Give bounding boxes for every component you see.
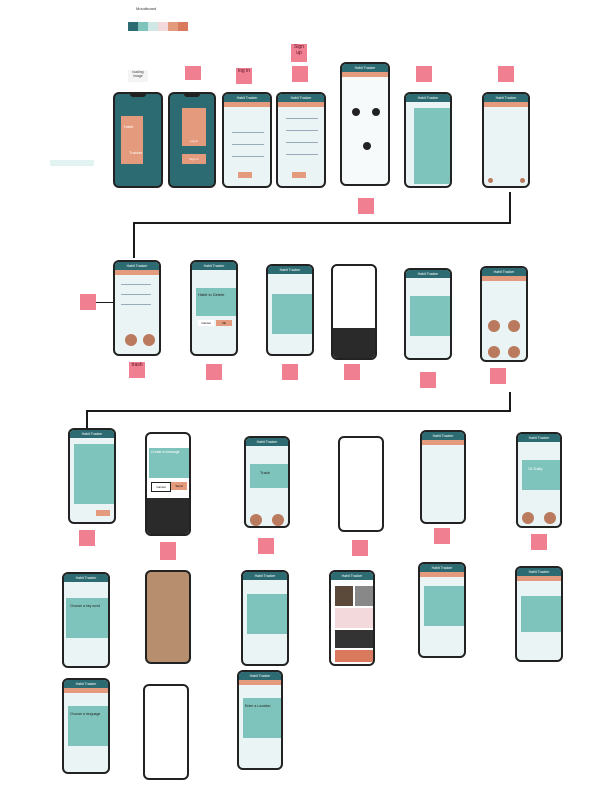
gallery-screen: Habit Tracker xyxy=(329,570,375,666)
message-screen: Create a message Cancel Send xyxy=(145,432,191,536)
sticky-note xyxy=(490,368,506,384)
sticky-note xyxy=(206,364,222,380)
send-button[interactable]: Send xyxy=(171,482,187,490)
log-in-button[interactable]: Log in xyxy=(182,136,206,146)
flow-connector xyxy=(509,392,511,412)
sticky-note xyxy=(531,534,547,550)
key-word-title: Choose a key word xyxy=(70,604,100,608)
profile-screen: Habit Tracker xyxy=(340,62,390,186)
flow-connector xyxy=(86,410,88,428)
sticky-note xyxy=(420,372,436,388)
sticky-note xyxy=(258,538,274,554)
delete-habit-screen: Habit Tracker Habit to Delete Cancel Ok xyxy=(190,260,238,356)
contacts-screen xyxy=(331,264,377,360)
palette-swatch xyxy=(138,22,148,31)
sign-up-screen: Habit Tracker xyxy=(276,92,326,188)
account-screen: Habit Tracker xyxy=(420,430,466,524)
flow-connector xyxy=(133,222,135,258)
menu-screen: Habit Tracker xyxy=(404,92,452,188)
progress-screen: Habit Tracker xyxy=(480,266,528,362)
track-title: Track xyxy=(260,470,270,475)
history-title: Or Daily xyxy=(528,466,543,471)
login-screen: Habit Tracker xyxy=(222,92,272,188)
sticky-note xyxy=(416,66,432,82)
sticky-note xyxy=(160,542,176,560)
palette-swatch xyxy=(148,22,158,31)
habit-detail-screen: Habit Tracker xyxy=(68,428,116,524)
photo-screen xyxy=(145,570,191,664)
location-screen: Habit Tracker Enter a Location xyxy=(237,670,283,770)
loading-label: loading image xyxy=(128,70,148,82)
choose-screen: Habit Tracker xyxy=(418,562,466,658)
key-word-screen: Habit Tracker Choose a key word xyxy=(62,572,110,668)
palette-swatch xyxy=(168,22,178,31)
sticky-note xyxy=(292,66,308,82)
language-title: Choose a language xyxy=(70,712,101,716)
sticky-note xyxy=(358,198,374,214)
sticky-note xyxy=(79,530,95,546)
cancel-button[interactable]: Cancel xyxy=(198,320,214,326)
palette-title: Moodboard xyxy=(136,6,157,11)
palette-swatch xyxy=(178,22,188,31)
splash-title: Habit xyxy=(124,124,134,129)
flow-connector xyxy=(86,410,511,412)
track-screen: Habit Tracker Track xyxy=(244,436,290,528)
submit-button[interactable] xyxy=(238,172,252,178)
location-title: Enter a Location xyxy=(245,704,271,708)
teal-strip xyxy=(50,160,94,166)
share-screen: Habit Tracker xyxy=(404,268,452,360)
welcome-screen: Log in Sign in xyxy=(168,92,216,188)
reminder-screen xyxy=(338,436,384,532)
sign-up-note: Sign up xyxy=(291,44,307,62)
log-in-note: log in xyxy=(236,68,252,84)
habit-list-screen: Habit Tracker xyxy=(113,260,161,356)
sticky-note xyxy=(498,66,514,82)
text-screen xyxy=(143,684,189,780)
confirm-screen: Habit Tracker xyxy=(241,570,289,666)
sticky-note xyxy=(282,364,298,380)
sticky-note xyxy=(352,540,368,556)
flow-connector xyxy=(96,302,114,303)
add-habit-screen: Habit Tracker xyxy=(266,264,314,356)
sign-in-button[interactable]: Sign in xyxy=(182,154,206,164)
flow-connector xyxy=(509,192,511,224)
submit-button[interactable] xyxy=(292,172,306,178)
language-screen: Habit Tracker Choose a language xyxy=(62,678,110,774)
sticky-note xyxy=(434,528,450,544)
sticky-note xyxy=(185,66,201,80)
splash-screen: Habit Tracker xyxy=(113,92,163,188)
sticky-note xyxy=(344,364,360,380)
delete-dialog-title: Habit to Delete xyxy=(198,292,225,297)
trash-note: trash xyxy=(129,362,145,378)
palette-swatch xyxy=(128,22,138,31)
palette-swatch xyxy=(158,22,168,31)
splash-subtitle: Tracker xyxy=(129,150,143,155)
ok-button[interactable]: Ok xyxy=(216,320,232,326)
input-screen: Habit Tracker xyxy=(515,566,563,662)
cancel-button[interactable]: Cancel xyxy=(151,482,171,492)
sticky-note xyxy=(80,294,96,310)
message-title: Create a message xyxy=(151,450,180,454)
home-screen: Habit Tracker xyxy=(482,92,530,188)
flow-connector xyxy=(133,222,511,224)
history-screen: Habit Tracker Or Daily xyxy=(516,432,562,528)
